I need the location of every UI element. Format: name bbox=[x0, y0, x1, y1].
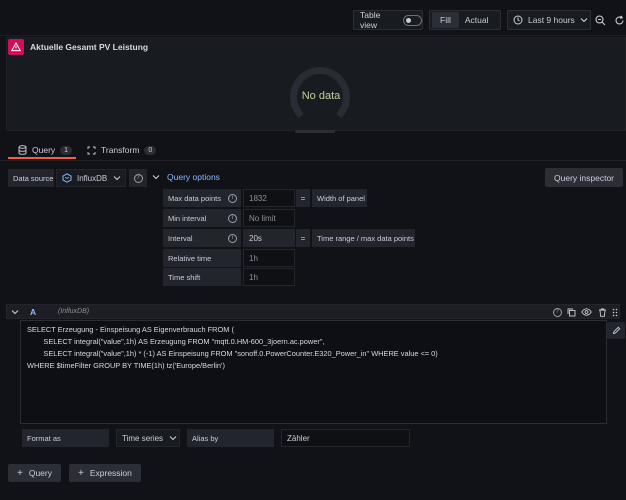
alias-by-label: Alias by bbox=[187, 429, 274, 447]
time-shift-input[interactable]: 1h bbox=[243, 268, 295, 286]
help-icon: ? bbox=[133, 173, 143, 183]
info-icon[interactable]: i bbox=[228, 213, 237, 223]
query-datasource-hint: (InfluxDB) bbox=[58, 308, 90, 315]
add-expression-button[interactable]: + Expression bbox=[69, 464, 141, 482]
drag-handle-icon[interactable] bbox=[611, 307, 619, 317]
max-data-points-text: Max data points bbox=[168, 193, 221, 203]
equals-sign: = bbox=[296, 189, 310, 207]
pane-resize-handle[interactable] bbox=[295, 130, 335, 133]
plus-icon: + bbox=[78, 467, 84, 479]
transform-icon bbox=[87, 146, 96, 155]
delete-query-icon[interactable] bbox=[597, 307, 607, 317]
tab-transform-label: Transform bbox=[101, 145, 140, 155]
time-range-label: Last 9 hours bbox=[528, 15, 575, 25]
format-as-label: Format as bbox=[22, 429, 109, 447]
interval-text: Interval bbox=[168, 233, 193, 243]
interval-value: 20s bbox=[243, 229, 295, 247]
clock-icon bbox=[513, 15, 523, 25]
format-as-select[interactable]: Time series bbox=[116, 429, 180, 447]
min-interval-label: Min interval i bbox=[163, 209, 241, 227]
fill-button[interactable]: Fill bbox=[432, 12, 459, 28]
tab-transform[interactable]: Transform 0 bbox=[87, 143, 157, 157]
query-inspector-button[interactable]: Query inspector bbox=[545, 168, 623, 187]
chevron-down-icon bbox=[113, 175, 121, 181]
info-icon[interactable]: i bbox=[228, 233, 237, 243]
plus-icon: + bbox=[17, 467, 23, 479]
toggle-edit-mode-button[interactable] bbox=[607, 322, 625, 339]
query-ref-id[interactable]: A bbox=[30, 307, 36, 317]
no-data-text: No data bbox=[301, 90, 341, 102]
panel-title: Aktuelle Gesamt PV Leistung bbox=[30, 42, 149, 52]
info-icon[interactable]: i bbox=[228, 193, 237, 203]
min-interval-input[interactable]: No limit bbox=[243, 209, 295, 227]
collapse-row-icon[interactable] bbox=[10, 307, 19, 316]
interval-label: Interval i bbox=[163, 229, 241, 247]
time-range-picker[interactable]: Last 9 hours bbox=[507, 10, 591, 30]
query-options-toggle[interactable]: Query options bbox=[152, 172, 220, 182]
hide-query-eye-icon[interactable] bbox=[581, 307, 592, 317]
influxdb-icon bbox=[62, 173, 72, 183]
equals-sign: = bbox=[296, 229, 310, 247]
zoom-out-icon[interactable] bbox=[593, 13, 607, 27]
alias-by-input[interactable]: Zähler bbox=[281, 429, 410, 447]
format-as-value: Time series bbox=[122, 433, 164, 443]
add-query-button[interactable]: + Query bbox=[8, 464, 61, 482]
data-source-label: Data source bbox=[8, 169, 54, 187]
max-data-points-label: Max data points i bbox=[163, 189, 241, 207]
interval-note: Time range / max data points bbox=[312, 229, 415, 247]
table-view-switch[interactable] bbox=[403, 14, 422, 26]
relative-time-label: Relative time bbox=[163, 249, 241, 267]
raw-query-editor[interactable]: SELECT Erzeugung - Einspeisung AS Eigenv… bbox=[20, 320, 607, 424]
tab-query[interactable]: Query 1 bbox=[18, 143, 73, 157]
pencil-icon bbox=[612, 326, 620, 335]
tab-query-count: 1 bbox=[60, 145, 73, 155]
chevron-down-icon bbox=[152, 174, 160, 180]
database-icon bbox=[18, 145, 27, 155]
query-row-header[interactable] bbox=[6, 304, 620, 319]
table-view-toggle[interactable]: Table view bbox=[353, 10, 423, 30]
query-options-label: Query options bbox=[167, 172, 220, 182]
active-tab-indicator bbox=[8, 157, 76, 159]
fill-actual-group: Fill Actual bbox=[429, 10, 501, 30]
add-expression-label: Expression bbox=[89, 468, 132, 478]
warning-icon[interactable] bbox=[8, 39, 24, 55]
time-shift-label: Time shift bbox=[163, 268, 241, 286]
max-data-points-note: Width of panel bbox=[312, 189, 367, 207]
add-query-label: Query bbox=[28, 468, 52, 478]
data-source-value: InfluxDB bbox=[77, 173, 108, 183]
chevron-down-icon bbox=[580, 17, 588, 23]
refresh-icon[interactable] bbox=[612, 13, 626, 27]
relative-time-input[interactable]: 1h bbox=[243, 249, 295, 267]
actual-button[interactable]: Actual bbox=[459, 12, 495, 28]
max-data-points-input[interactable]: 1832 bbox=[243, 189, 295, 207]
tab-transform-count: 0 bbox=[144, 145, 157, 155]
data-source-picker[interactable]: InfluxDB bbox=[56, 169, 126, 187]
tab-query-label: Query bbox=[32, 145, 56, 155]
help-icon[interactable]: ? bbox=[552, 307, 562, 317]
datasource-help-button[interactable]: ? bbox=[129, 169, 147, 187]
table-view-label: Table view bbox=[360, 10, 381, 30]
chevron-down-icon bbox=[169, 435, 177, 441]
duplicate-query-icon[interactable] bbox=[566, 307, 576, 317]
min-interval-text: Min interval bbox=[168, 213, 207, 223]
